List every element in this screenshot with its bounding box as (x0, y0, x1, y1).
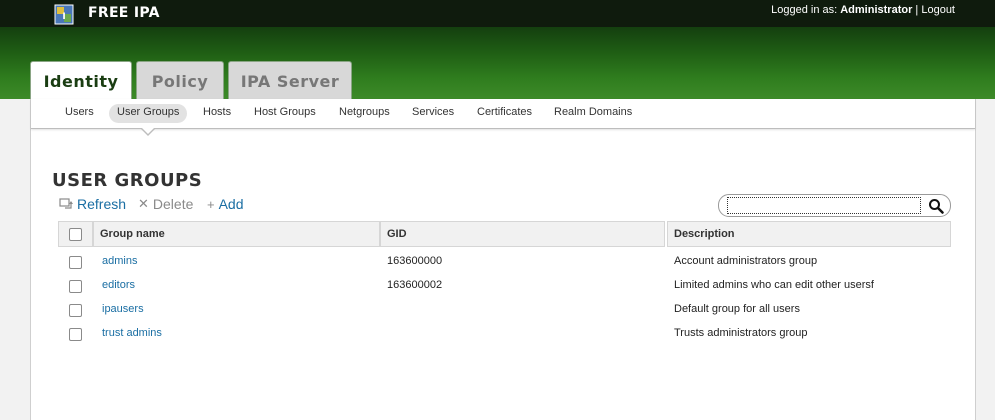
refresh-label: Refresh (77, 196, 127, 212)
table-row: admins 163600000 Account administrators … (58, 249, 951, 273)
row-checkbox[interactable] (69, 304, 82, 317)
group-description: Default group for all users (674, 303, 800, 315)
group-gid: 163600000 (387, 255, 443, 267)
subnav-host-groups[interactable]: Host Groups (246, 104, 324, 123)
group-gid: 163600002 (387, 279, 443, 291)
table-row: editors 163600002 Limited admins who can… (58, 273, 951, 297)
subnav-services[interactable]: Services (404, 104, 462, 123)
delete-icon: ✕ (138, 196, 149, 211)
svg-text:I: I (62, 12, 65, 22)
subnav-certificates[interactable]: Certificates (469, 104, 540, 123)
search-box (718, 194, 951, 217)
row-checkbox[interactable] (69, 328, 82, 341)
group-name-link[interactable]: ipausers (102, 303, 144, 315)
group-description: Trusts administrators group (674, 327, 808, 339)
tab-ipa-server[interactable]: IPA Server (228, 61, 352, 100)
delete-button[interactable]: ✕ Delete (138, 196, 193, 212)
group-description: Limited admins who can edit other usersf (674, 279, 874, 291)
left-margin (0, 99, 30, 420)
page-title: USER GROUPS (52, 170, 203, 191)
logout-link[interactable]: Logout (921, 4, 955, 16)
freeipa-logo-icon: I (54, 4, 74, 25)
subnav-selected-pointer-fill (142, 128, 154, 134)
sub-navigation: Users User Groups Hosts Host Groups Netg… (31, 99, 975, 129)
login-status: Logged in as: Administrator | Logout (771, 4, 955, 16)
refresh-icon (59, 198, 73, 209)
refresh-button[interactable]: Refresh (59, 196, 126, 212)
row-checkbox[interactable] (69, 256, 82, 269)
group-name-link[interactable]: trust admins (102, 327, 162, 339)
subnav-netgroups[interactable]: Netgroups (331, 104, 398, 123)
group-description: Account administrators group (674, 255, 818, 267)
group-name-link[interactable]: editors (102, 279, 135, 291)
search-icon[interactable] (928, 198, 944, 214)
table-header: Group name GID Description (58, 221, 951, 247)
logged-in-label: Logged in as: (771, 4, 838, 16)
login-separator: | (915, 4, 919, 16)
main-panel: Users User Groups Hosts Host Groups Netg… (30, 99, 976, 420)
table-row: trust admins Trusts administrators group (58, 321, 951, 345)
row-checkbox[interactable] (69, 280, 82, 293)
select-all-checkbox[interactable] (69, 228, 82, 241)
subnav-users[interactable]: Users (57, 104, 102, 123)
column-header-gid[interactable]: GID (380, 221, 665, 247)
delete-label: Delete (152, 196, 194, 212)
subnav-hosts[interactable]: Hosts (195, 104, 239, 123)
header-select-cell (58, 221, 93, 247)
tab-identity[interactable]: Identity (30, 61, 132, 100)
right-margin (976, 99, 995, 420)
tab-policy[interactable]: Policy (136, 61, 224, 100)
add-label: Add (218, 196, 244, 212)
subnav-user-groups[interactable]: User Groups (109, 104, 188, 123)
search-input[interactable] (727, 197, 921, 214)
subnav-realm-domains[interactable]: Realm Domains (546, 104, 640, 123)
top-header-bar: I FREE IPA Logged in as: Administrator |… (0, 0, 995, 27)
column-header-group-name[interactable]: Group name (93, 221, 380, 247)
current-user: Administrator (840, 4, 913, 16)
brand-title: FREE IPA (88, 5, 160, 21)
column-header-description[interactable]: Description (667, 221, 951, 247)
add-icon: + (207, 196, 215, 212)
add-button[interactable]: + Add (207, 196, 244, 212)
group-name-link[interactable]: admins (102, 255, 137, 267)
table-row: ipausers Default group for all users (58, 297, 951, 321)
